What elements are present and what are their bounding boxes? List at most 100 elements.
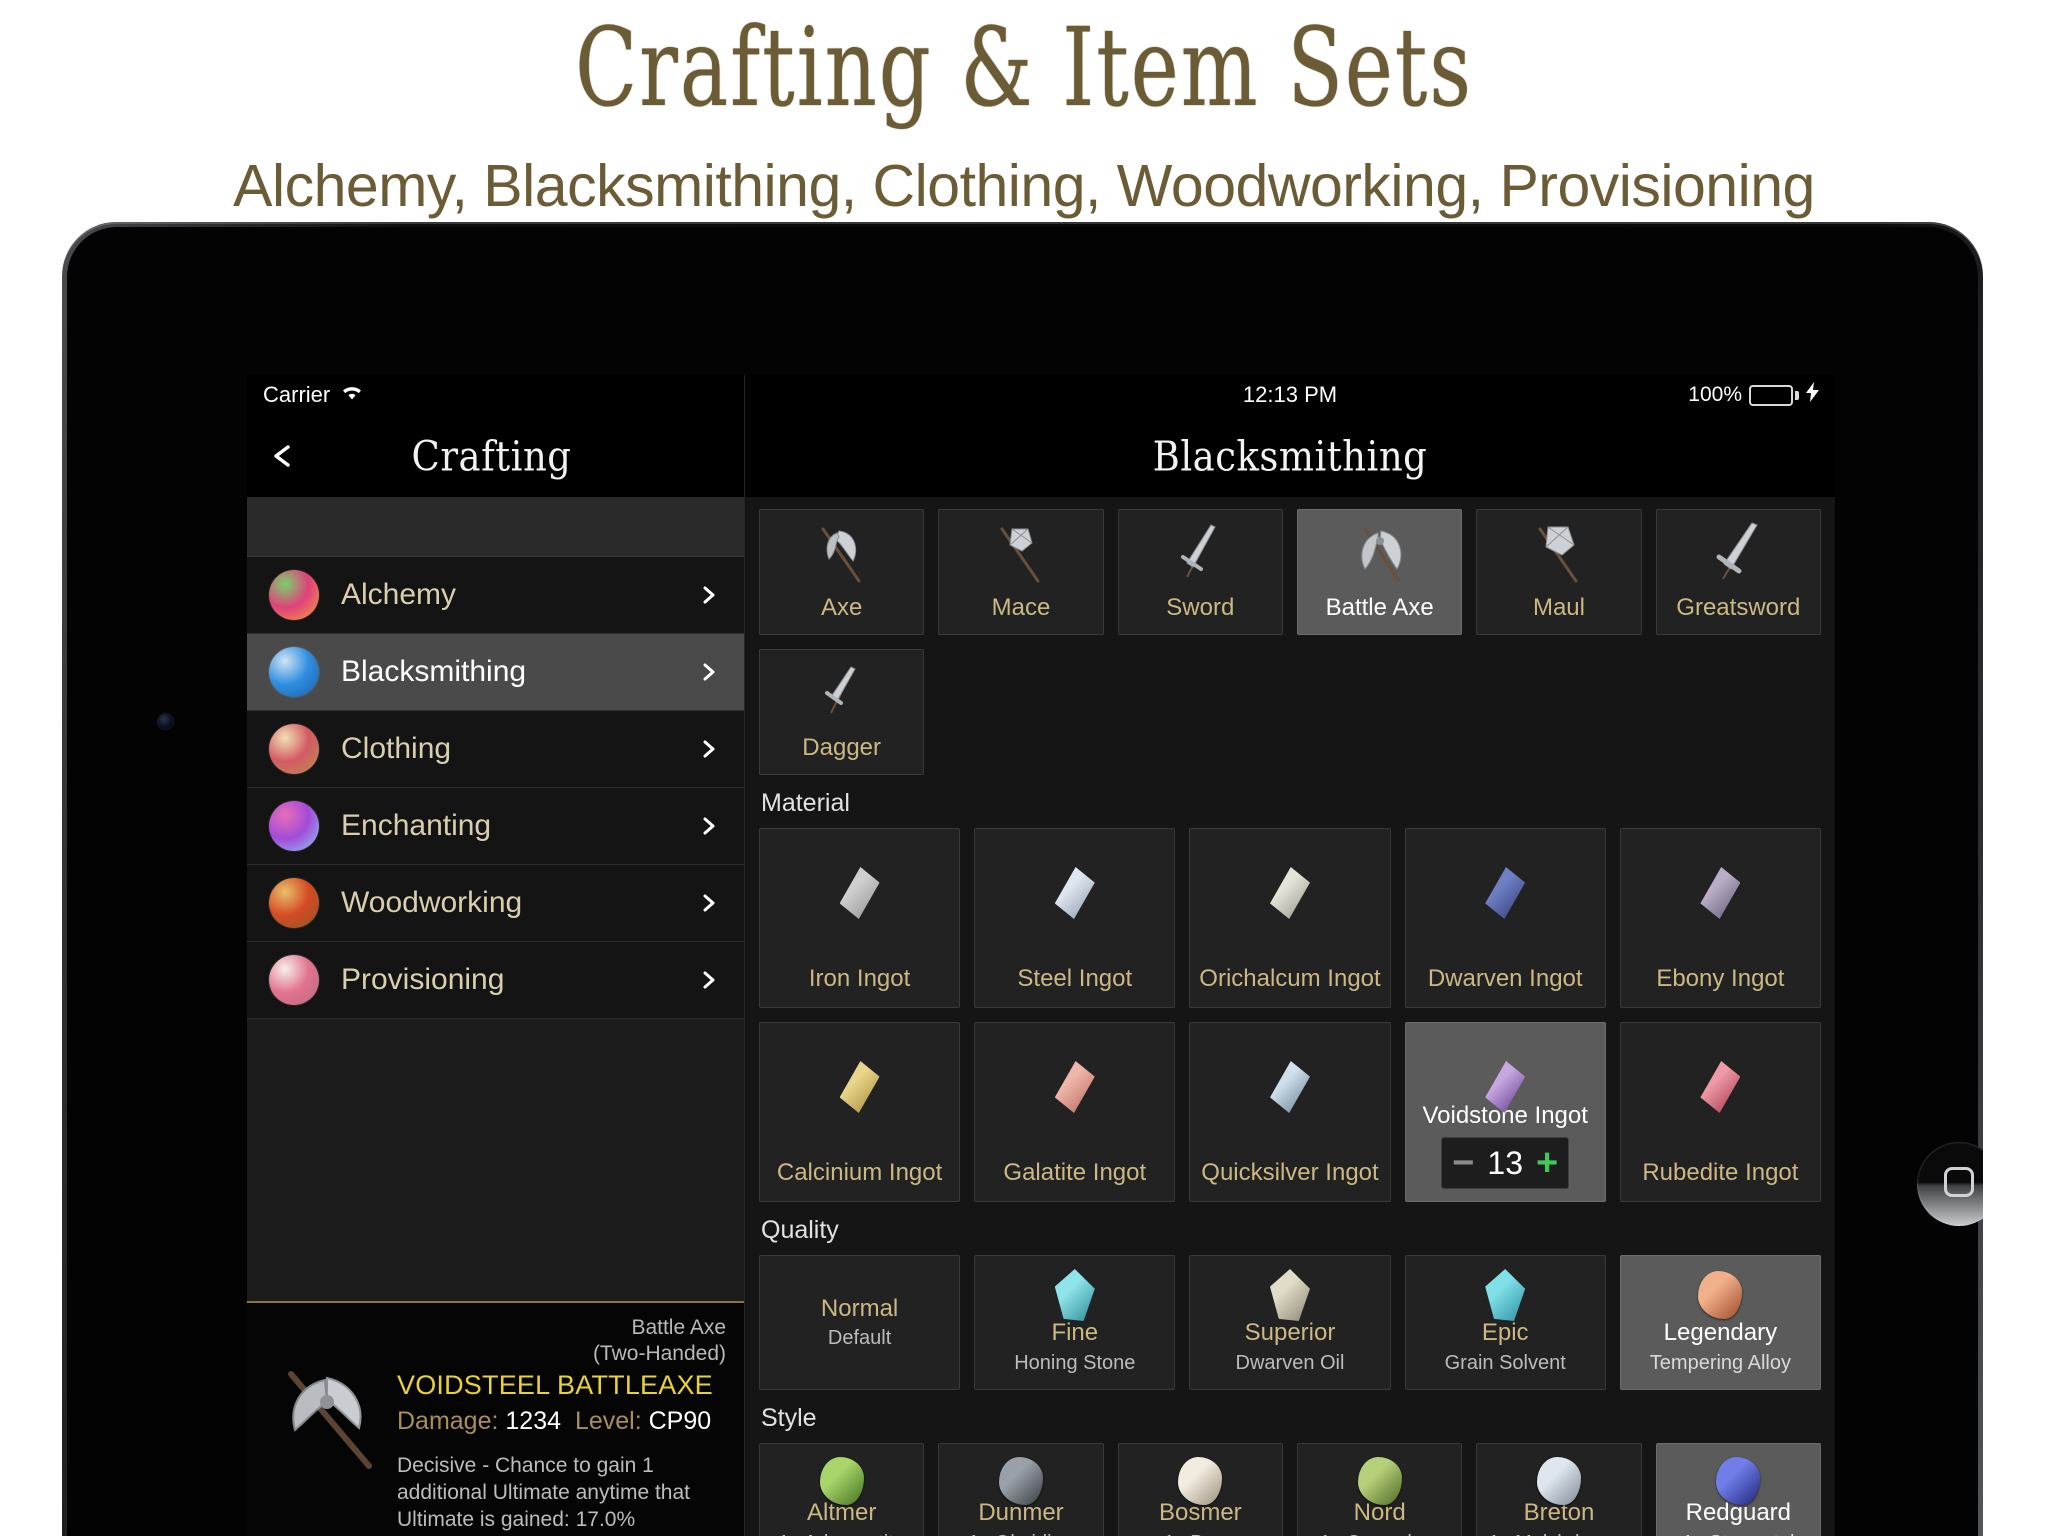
quality-normal[interactable]: Normal Default <box>759 1255 961 1390</box>
sidebar-item-label: Provisioning <box>341 963 505 996</box>
weapon-type-label: Dagger <box>802 734 882 762</box>
dwarven-ingot-icon <box>1485 867 1526 919</box>
material-label: Quicksilver Ingot <box>1201 1159 1379 1187</box>
weapon-type-label: Sword <box>1166 594 1235 622</box>
style-nord[interactable]: Nord1x Corundum <box>1296 1443 1463 1536</box>
style-heading: Style <box>761 1404 817 1432</box>
weapon-type-dagger[interactable]: Dagger <box>759 649 925 775</box>
style-altmer[interactable]: Altmer1x Adamantite <box>759 1443 925 1536</box>
level-value: CP90 <box>648 1407 712 1436</box>
sidebar-item-enchanting[interactable]: Enchanting <box>247 788 744 865</box>
sidebar-item-label: Enchanting <box>341 809 492 842</box>
quality-label: Normal <box>820 1294 899 1322</box>
sidebar-item-clothing[interactable]: Clothing <box>247 711 744 788</box>
quality-superior[interactable]: Superior Dwarven Oil <box>1189 1255 1391 1390</box>
weapon-type-sword[interactable]: Sword <box>1117 509 1283 635</box>
craft-content: Axe Mace Sword Battle Axe Maul Greatsword Dagg… <box>745 497 1835 1536</box>
obsidian-icon <box>998 1457 1043 1505</box>
material-galatite-ingot[interactable]: Galatite Ingot <box>974 1022 1176 1202</box>
weapon-type-greatsword[interactable]: Greatsword <box>1655 509 1821 635</box>
quality-sublabel: Dwarven Oil <box>1235 1352 1345 1374</box>
level-label: Level: <box>574 1407 642 1436</box>
quantity-stepper[interactable]: −13 + <box>1441 1137 1570 1189</box>
chevron-right-icon <box>700 971 718 989</box>
calcinium-ingot-icon <box>760 1049 959 1125</box>
style-redguard[interactable]: Redguard1x Starmetal <box>1655 1443 1821 1536</box>
maul-icon <box>1477 518 1640 590</box>
style-dunmer[interactable]: Dunmer1x Obsidian <box>938 1443 1104 1536</box>
mace-icon <box>939 518 1102 590</box>
style-breton[interactable]: Breton1x Molybdenum <box>1476 1443 1642 1536</box>
material-grid: Iron Ingot Steel Ingot Orichalcum Ingot Dwa… <box>759 828 1821 1202</box>
sidebar-pane: Carrier Crafting Alchemy Blacksmithing Clo… <box>247 375 745 1536</box>
material-calcinium-ingot[interactable]: Calcinium Ingot <box>759 1022 961 1202</box>
material-ebony-ingot[interactable]: Ebony Ingot <box>1619 828 1821 1008</box>
adamantite-icon <box>760 1452 923 1510</box>
stepper-increment-button[interactable]: + <box>1536 1144 1558 1182</box>
weapon-type-maul[interactable]: Maul <box>1476 509 1642 635</box>
starmetal-icon <box>1716 1457 1761 1505</box>
material-voidstone-ingot[interactable]: Voidstone Ingot −13 + <box>1404 1022 1606 1202</box>
voidstone-ingot-icon <box>1485 1061 1526 1113</box>
steel-ingot-icon <box>975 855 1174 931</box>
bone-icon <box>1119 1452 1282 1510</box>
stepper-decrement-button[interactable]: − <box>1452 1144 1474 1182</box>
material-steel-ingot[interactable]: Steel Ingot <box>974 828 1176 1008</box>
style-bosmer[interactable]: Bosmer1x Bone <box>1117 1443 1283 1536</box>
quality-legendary[interactable]: Legendary Tempering Alloy <box>1619 1255 1821 1390</box>
battery-nub <box>1795 390 1799 400</box>
sidebar-item-provisioning[interactable]: Provisioning <box>247 942 744 1019</box>
material-dwarven-ingot[interactable]: Dwarven Ingot <box>1404 828 1606 1008</box>
damage-value: 1234 <box>505 1407 562 1436</box>
galatite-ingot-icon <box>975 1049 1174 1125</box>
weapon-type-axe[interactable]: Axe <box>759 509 925 635</box>
material-quicksilver-ingot[interactable]: Quicksilver Ingot <box>1189 1022 1391 1202</box>
molybdenum-icon <box>1536 1457 1581 1505</box>
hero-header: Crafting & Item Sets Alchemy, Blacksmith… <box>0 0 2048 220</box>
iron-ingot-icon <box>839 867 880 919</box>
dwarven-oil-icon <box>1190 1264 1389 1326</box>
lightning-bolt-icon <box>1806 382 1819 408</box>
sidebar-item-woodworking[interactable]: Woodworking <box>247 865 744 942</box>
material-label: Calcinium Ingot <box>776 1159 943 1187</box>
weapon-type-grid: Axe Mace Sword Battle Axe Maul Greatsword Dagg… <box>759 509 1821 775</box>
quality-grid: Normal Default Fine Honing Stone Superior Dwa… <box>759 1255 1821 1390</box>
material-label: Dwarven Ingot <box>1427 965 1583 993</box>
galatite-ingot-icon <box>1054 1061 1095 1113</box>
grain-solvent-icon <box>1485 1269 1526 1321</box>
woodworking-icon <box>269 878 319 928</box>
weapon-type-mace[interactable]: Mace <box>938 509 1104 635</box>
battery-percent-label: 100% <box>1688 383 1742 406</box>
battle-axe-icon <box>1298 518 1461 590</box>
item-thumbnail <box>265 1354 391 1480</box>
stepper-value: 13 <box>1487 1144 1523 1181</box>
orichalcum-ingot-icon <box>1190 855 1389 931</box>
sidebar-item-label: Clothing <box>341 732 452 765</box>
dwarven-oil-icon <box>1269 1269 1310 1321</box>
material-orichalcum-ingot[interactable]: Orichalcum Ingot <box>1189 828 1391 1008</box>
material-label: Iron Ingot <box>808 965 911 993</box>
right-nav-title: Blacksmithing <box>1152 431 1428 481</box>
item-detail-body: VOIDSTEEL BATTLEAXE Damage: 1234 Level: … <box>265 1320 726 1533</box>
ebony-ingot-icon <box>1700 867 1741 919</box>
orichalcum-ingot-icon <box>1269 867 1310 919</box>
weapon-type-battle-axe[interactable]: Battle Axe <box>1296 509 1463 635</box>
clothing-icon <box>269 724 319 774</box>
material-label: Steel Ingot <box>1017 965 1133 993</box>
quality-epic[interactable]: Epic Grain Solvent <box>1404 1255 1606 1390</box>
calcinium-ingot-icon <box>839 1061 880 1113</box>
left-nav-bar: Crafting <box>247 415 744 497</box>
chevron-right-icon <box>700 894 718 912</box>
quality-fine[interactable]: Fine Honing Stone <box>974 1255 1176 1390</box>
material-iron-ingot[interactable]: Iron Ingot <box>759 828 961 1008</box>
wifi-icon <box>339 382 365 408</box>
rubedite-ingot-icon <box>1621 1049 1820 1125</box>
style-sublabel: 1x Obsidian <box>968 1532 1074 1536</box>
sidebar-item-alchemy[interactable]: Alchemy <box>247 557 744 634</box>
corundum-icon <box>1298 1452 1461 1510</box>
sidebar-search-spacer <box>247 497 744 557</box>
home-square-icon <box>1944 1167 1974 1197</box>
material-label: Galatite Ingot <box>1003 1159 1147 1187</box>
sidebar-item-blacksmithing[interactable]: Blacksmithing <box>247 634 744 711</box>
material-rubedite-ingot[interactable]: Rubedite Ingot <box>1619 1022 1821 1202</box>
